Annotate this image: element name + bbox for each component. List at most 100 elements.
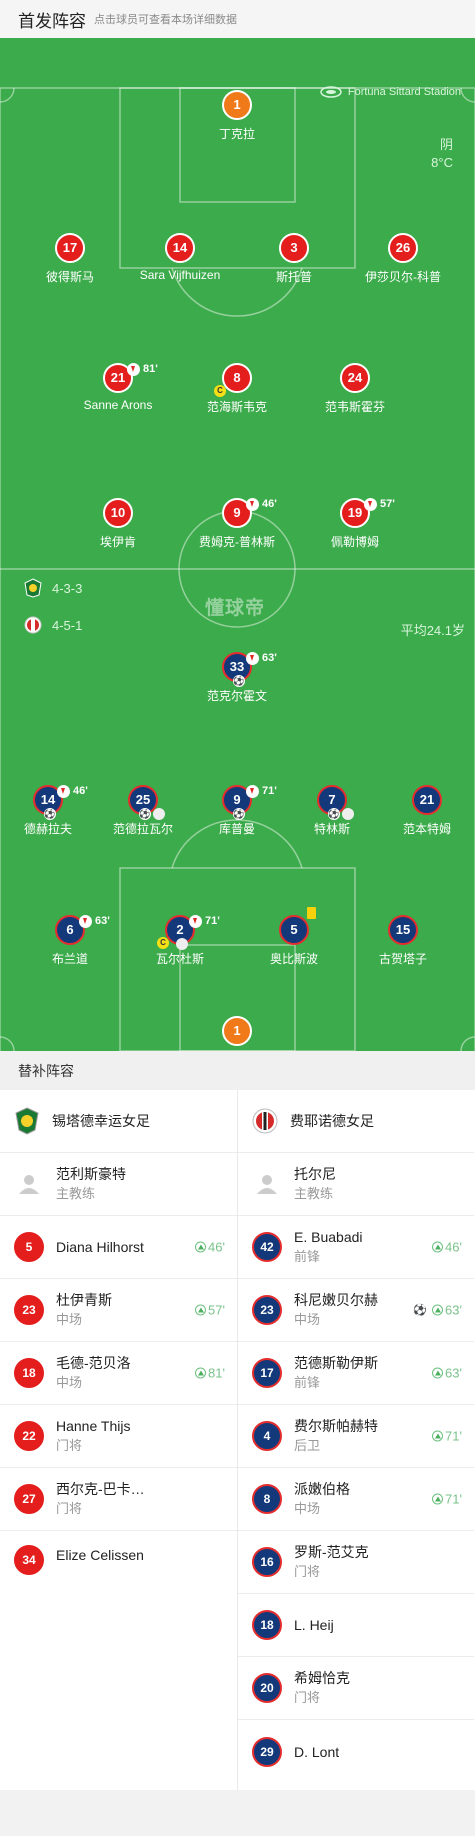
sub-out-icon (246, 497, 259, 511)
player-position: 中场 (56, 1312, 83, 1327)
player-number: 15 (388, 915, 418, 945)
substitution-out: 71' (189, 908, 220, 934)
home-player[interactable]: 21 81' Sanne Arons (63, 362, 173, 412)
home-player[interactable]: 17 彼得斯马 (15, 233, 125, 285)
sub-out-icon (189, 914, 202, 928)
player-position: 门将 (294, 1564, 321, 1579)
player-number: 2 71' C (157, 914, 220, 950)
player-number: 42 (252, 1232, 282, 1262)
away-player[interactable]: 7 ⚽ 特林斯 (277, 785, 387, 837)
average-age: 平均24.1岁 (400, 623, 465, 638)
away-player[interactable]: 33 63' ⚽ 范克尔霍文 (182, 651, 292, 704)
away-player[interactable]: 2 71' C 瓦尔杜斯 (125, 914, 235, 967)
player-number: 25 ⚽ (128, 785, 165, 820)
home-player[interactable]: 19 57' 佩勒博姆 (300, 497, 410, 550)
substitution-out: 63' (246, 645, 277, 671)
away-player[interactable]: 5 奥比斯波 (239, 907, 349, 967)
player-name: 丁克拉 (218, 127, 255, 141)
player-name: Diana Hilhorst (56, 1239, 144, 1255)
home-team-logo-icon (24, 578, 42, 598)
bench-player[interactable]: 27 西尔克-巴卡… 门将 (0, 1468, 237, 1531)
player-number: 21 81' (103, 362, 158, 393)
player-number: 9 71' ⚽ (222, 784, 277, 820)
sub-in-time: 46' (195, 1240, 225, 1255)
away-team-row[interactable]: 费耶诺德女足 (238, 1090, 474, 1153)
bench-player[interactable]: 18 L. Heij (238, 1594, 474, 1657)
bench-player[interactable]: 23 杜伊青斯 中场 57' (0, 1279, 237, 1342)
away-player[interactable]: 15 古贺塔子 (348, 915, 458, 967)
away-team-name: 费耶诺德女足 (290, 1113, 374, 1129)
sub-in-time: 71' (432, 1492, 462, 1507)
pitch: Fortuna Sittard Stadion 阴 8°C 懂球帝 4-3-3 … (0, 38, 475, 1051)
player-name: 古贺塔子 (378, 952, 427, 966)
bench-player[interactable]: 42 E. Buabadi 前锋 46' (238, 1216, 474, 1279)
player-name: Sara Vijfhuizen (139, 268, 221, 282)
home-team-row[interactable]: 锡塔德幸运女足 (0, 1090, 237, 1153)
bench-player[interactable]: 34 Elize Celissen (0, 1531, 237, 1594)
home-player[interactable]: 26 伊莎贝尔-科普 (348, 233, 458, 285)
bench: 锡塔德幸运女足 范利斯豪特 主教练 5 Diana Hilhorst 46' 23… (0, 1090, 475, 1790)
bench-player[interactable]: 29 D. Lont (238, 1720, 474, 1783)
home-bench: 锡塔德幸运女足 范利斯豪特 主教练 5 Diana Hilhorst 46' 23… (0, 1090, 237, 1790)
bench-player[interactable]: 17 范德斯勒伊斯 前锋 63' (238, 1342, 474, 1405)
player-position: 前锋 (294, 1249, 321, 1264)
goal-ball-icon: ⚽ (233, 808, 245, 820)
home-player[interactable]: 9 46' 费姆克-普林斯 (182, 497, 292, 550)
player-name: 罗斯-范艾克 (294, 1544, 369, 1560)
player-position: 后卫 (294, 1438, 321, 1453)
captain-badge: C (214, 385, 226, 397)
sub-in-icon (195, 1304, 207, 1316)
substitution-out: 57' (364, 491, 395, 517)
player-number: 16 (252, 1547, 282, 1577)
coach-avatar-icon (14, 1169, 44, 1199)
bench-player[interactable]: 23 科尼嫩贝尔赫 中场 ⚽ 63' (238, 1279, 474, 1342)
home-player[interactable]: 8 C 范海斯韦克 (182, 363, 292, 415)
sub-in-time: ⚽ 63' (413, 1302, 462, 1318)
player-number: 23 (14, 1295, 44, 1325)
away-coach[interactable]: 托尔尼 主教练 (238, 1153, 474, 1216)
home-player[interactable]: 24 范韦斯霍芬 (300, 363, 410, 415)
player-number: 23 (252, 1295, 282, 1325)
player-name: 库普曼 (218, 822, 255, 836)
player-number: 34 (14, 1545, 44, 1575)
home-player[interactable]: 3 斯托普 (239, 233, 349, 285)
away-bench: 费耶诺德女足 托尔尼 主教练 42 E. Buabadi 前锋 46' 23 科尼嫩… (237, 1090, 474, 1790)
lineup-header: 首发阵容 点击球员可查看本场详细数据 (0, 0, 475, 38)
sub-out-icon (127, 362, 140, 376)
player-number: 5 (14, 1232, 44, 1262)
home-player[interactable]: 1 丁克拉 (182, 90, 292, 142)
captain-badge: C (157, 937, 169, 949)
bench-player[interactable]: 4 费尔斯帕赫特 后卫 71' (238, 1405, 474, 1468)
player-number: 26 (388, 233, 418, 263)
home-player[interactable]: 14 Sara Vijfhuizen (125, 233, 235, 282)
stadium-icon (320, 86, 342, 98)
bench-player[interactable]: 16 罗斯-范艾克 门将 (238, 1531, 474, 1594)
sub-out-icon (246, 651, 259, 665)
player-position: 中场 (56, 1375, 83, 1390)
player-number: 1 (222, 1016, 252, 1046)
away-player[interactable]: 21 范本特姆 (372, 785, 475, 837)
player-position: 门将 (294, 1690, 321, 1705)
bench-player[interactable]: 20 希姆恰克 门将 (238, 1657, 474, 1720)
watermark: 懂球帝 (205, 598, 266, 619)
sub-out-icon (79, 914, 92, 928)
away-player[interactable]: 9 71' ⚽ 库普曼 (182, 784, 292, 837)
bench-player[interactable]: 5 Diana Hilhorst 46' (0, 1216, 237, 1279)
stadium-name: Fortuna Sittard Stadion (347, 86, 461, 98)
sub-out-icon (246, 784, 259, 798)
player-name: 科尼嫩贝尔赫 (294, 1292, 378, 1308)
weather: 阴 8°C (431, 136, 453, 172)
coach-role: 主教练 (294, 1186, 334, 1201)
bench-player[interactable]: 18 毛德-范贝洛 中场 81' (0, 1342, 237, 1405)
player-number: 14 46' ⚽ (33, 784, 88, 820)
lineup-hint: 点击球员可查看本场详细数据 (94, 14, 237, 26)
player-number: 5 (279, 907, 316, 945)
away-player[interactable]: 1 魏玛 (182, 1016, 292, 1051)
home-player[interactable]: 10 埃伊肯 (63, 498, 173, 550)
bench-player[interactable]: 8 派嫩伯格 中场 71' (238, 1468, 474, 1531)
player-number: 17 (252, 1358, 282, 1388)
player-number: 8 (252, 1484, 282, 1514)
bench-player[interactable]: 22 Hanne Thijs 门将 (0, 1405, 237, 1468)
home-coach[interactable]: 范利斯豪特 主教练 (0, 1153, 237, 1216)
away-player[interactable]: 6 63' 布兰道 (15, 914, 125, 967)
